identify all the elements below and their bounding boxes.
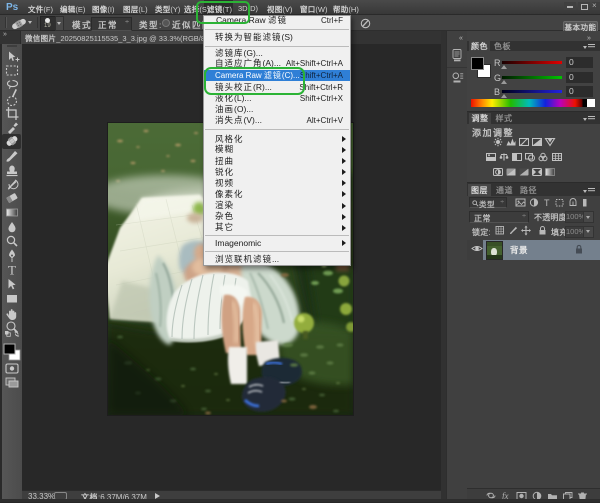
svg-text:T: T [544, 198, 550, 208]
svg-text:T: T [8, 263, 16, 278]
